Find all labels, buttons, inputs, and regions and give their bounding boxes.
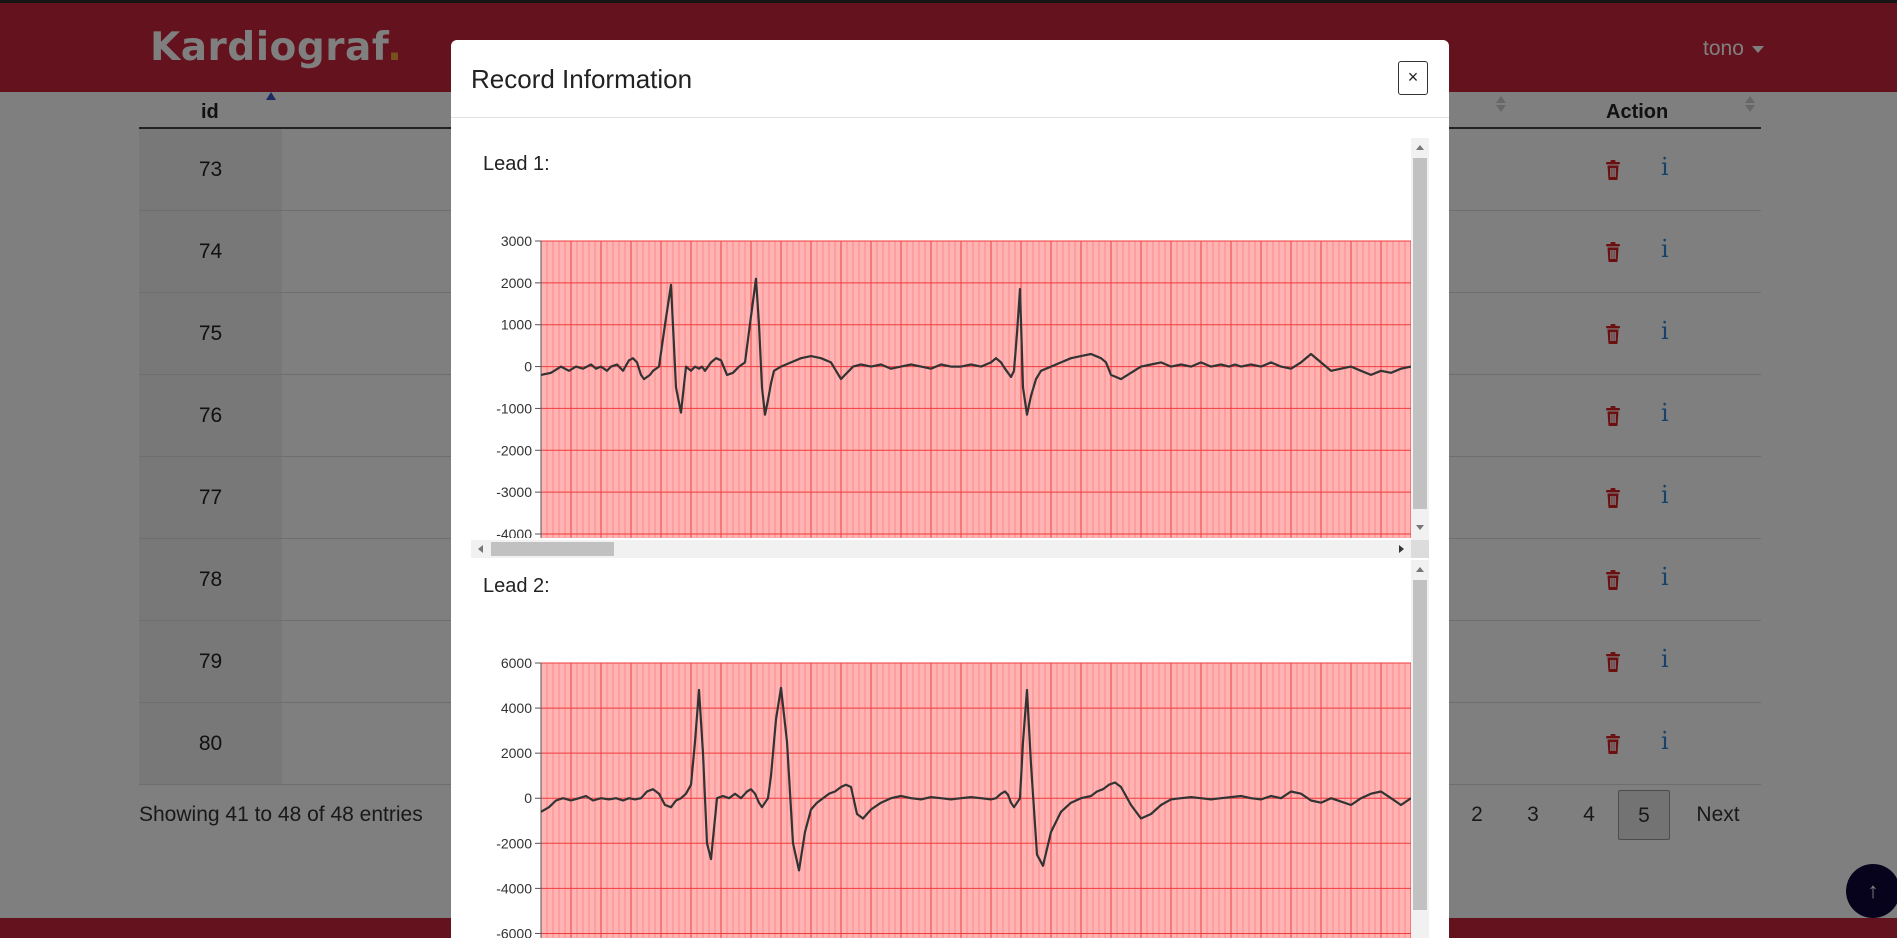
y-tick-label: -4000 xyxy=(496,526,532,538)
lead-1-chart: 3000 2000 1000 0 -1000 -2000 -3000 -4000 xyxy=(496,233,1411,538)
y-tick-label: 4000 xyxy=(501,700,532,716)
y-tick-label: 6000 xyxy=(501,655,532,671)
scroll-thumb[interactable] xyxy=(491,542,614,556)
y-tick-label: -2000 xyxy=(496,835,532,851)
scroll-left-icon[interactable] xyxy=(478,545,483,553)
y-tick-label: -3000 xyxy=(496,484,532,500)
y-tick-label: 2000 xyxy=(501,745,532,761)
y-tick-label: 1000 xyxy=(501,317,532,333)
y-tick-label: -4000 xyxy=(496,880,532,896)
y-tick-label: -1000 xyxy=(496,400,532,416)
scroll-right-icon[interactable] xyxy=(1399,545,1404,553)
lead-2-vertical-scrollbar[interactable] xyxy=(1411,560,1429,938)
lead-2-chart: 6000 4000 2000 0 -2000 -4000 -6000 xyxy=(496,655,1411,938)
modal-title: Record Information xyxy=(471,64,693,94)
lead-1-horizontal-scrollbar[interactable] xyxy=(471,540,1411,558)
modal-header: Record Information × xyxy=(451,40,1449,118)
lead-1-panel[interactable]: Lead 1: 3000 2000 1000 0 -1000 -2000 -3000 -400… xyxy=(471,138,1429,558)
y-tick-label: 3000 xyxy=(501,233,532,249)
scroll-thumb[interactable] xyxy=(1413,580,1427,910)
y-tick-label: -2000 xyxy=(496,442,532,458)
lead-1-vertical-scrollbar[interactable] xyxy=(1411,138,1429,540)
scroll-thumb[interactable] xyxy=(1413,158,1427,509)
y-tick-label: 0 xyxy=(524,790,532,806)
y-tick-label: 2000 xyxy=(501,275,532,291)
lead-2-panel[interactable]: Lead 2: 6000 4000 2000 0 -2000 -4000 -6000 xyxy=(471,560,1429,938)
scroll-up-icon[interactable] xyxy=(1416,145,1424,150)
record-info-modal: Record Information × Lead 1: 3000 2000 100… xyxy=(451,40,1449,938)
chart-plot-area xyxy=(541,663,1411,938)
y-tick-label: -6000 xyxy=(496,925,532,938)
scroll-down-icon[interactable] xyxy=(1416,525,1424,530)
close-button[interactable]: × xyxy=(1398,61,1428,95)
y-tick-label: 0 xyxy=(524,359,532,375)
scroll-up-icon[interactable] xyxy=(1416,567,1424,572)
scroll-corner xyxy=(1411,540,1429,558)
